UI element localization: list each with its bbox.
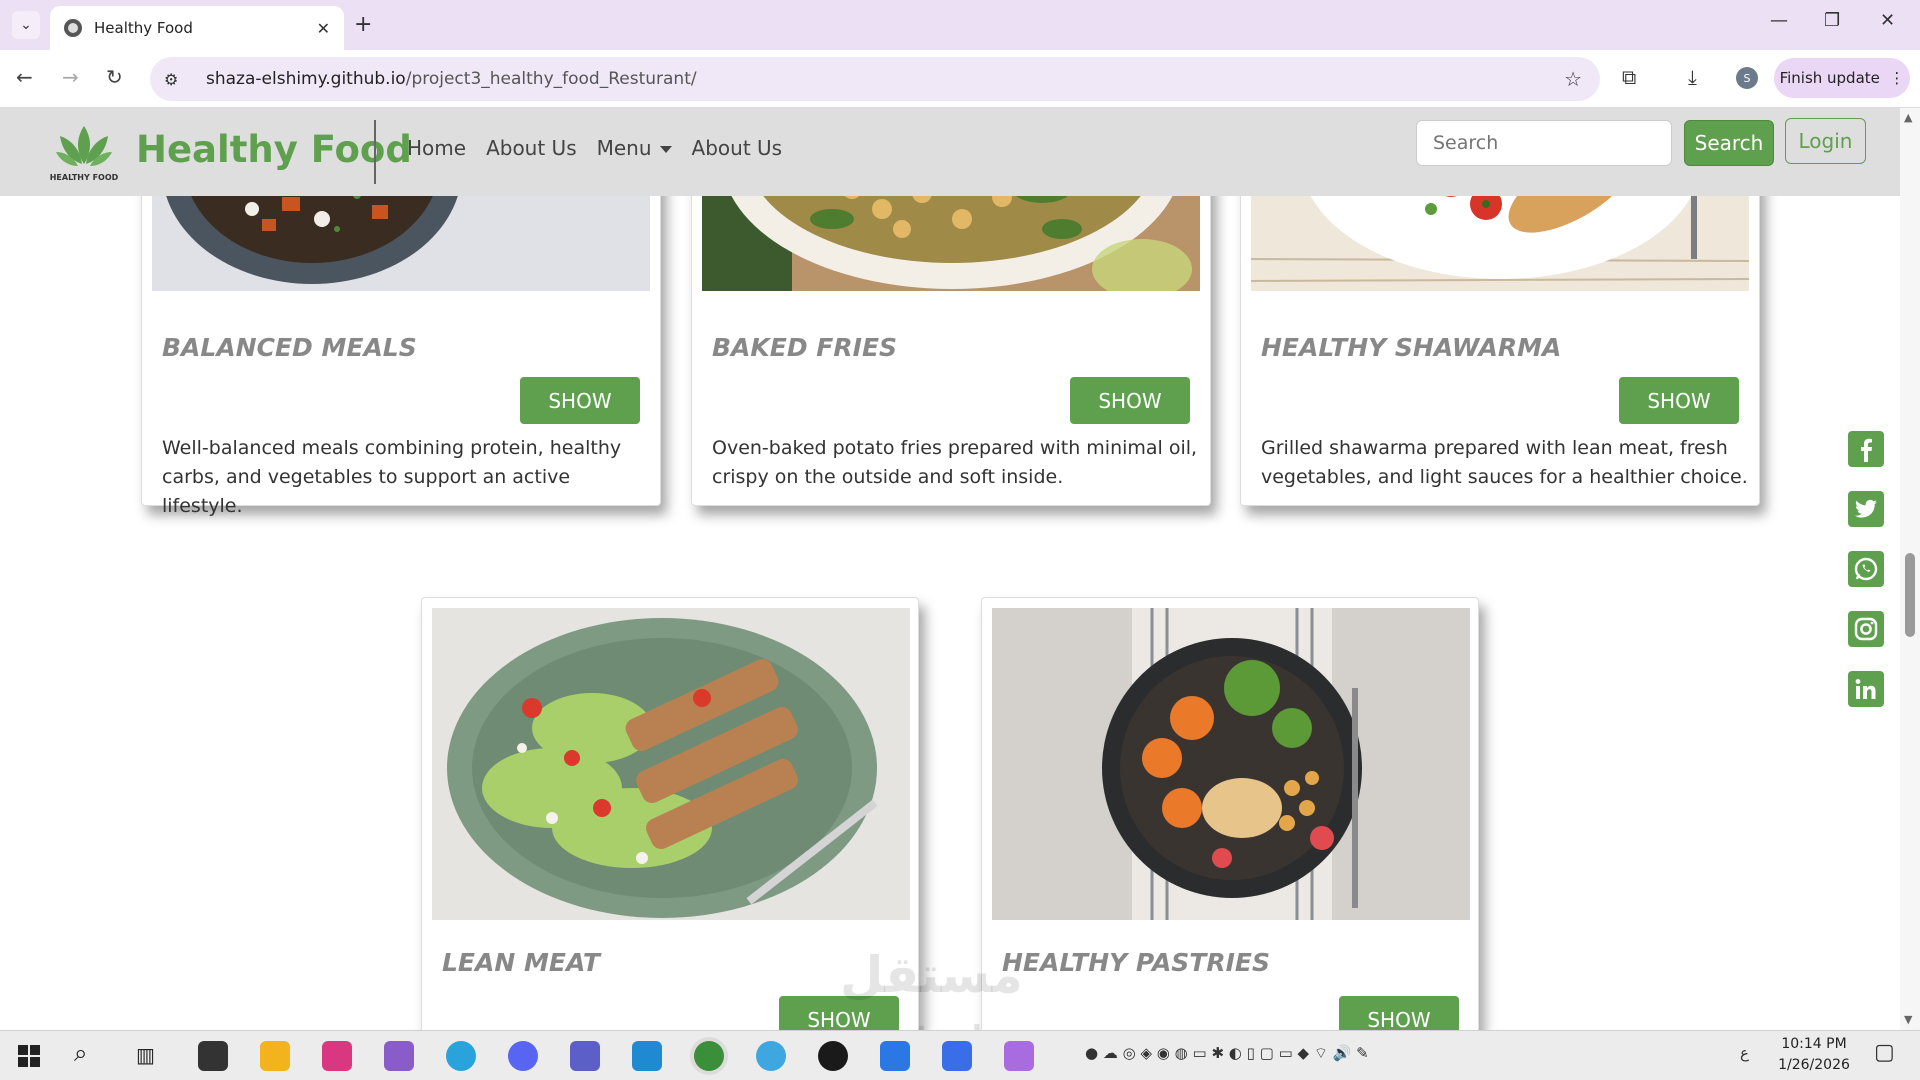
discord-icon[interactable] (508, 1041, 538, 1071)
clock-time: 10:14 PM (1781, 1036, 1847, 1052)
teams-icon[interactable] (570, 1041, 600, 1071)
site-settings-icon[interactable]: ⚙ (164, 70, 184, 89)
nav-menu-dropdown[interactable]: Menu (597, 136, 672, 160)
photos-icon[interactable] (1004, 1041, 1034, 1071)
menu-card-healthy-shawarma: HEALTHY SHAWARMA SHOW Grilled shawarma p… (1240, 148, 1760, 506)
brand-name[interactable]: Healthy Food (136, 128, 412, 171)
show-button[interactable]: SHOW (520, 377, 640, 424)
new-tab-icon[interactable]: + (354, 12, 372, 37)
url-host: shaza-elshimy.github.io (206, 69, 406, 89)
browser-tab-active[interactable]: Healthy Food ✕ (50, 6, 344, 50)
tab-search-chevron-icon[interactable]: ⌄ (12, 11, 40, 39)
close-window-icon[interactable]: ✕ (1880, 10, 1895, 31)
reload-icon[interactable]: ↻ (106, 65, 123, 89)
search-icon[interactable]: ⌕ (74, 1039, 87, 1067)
record-icon[interactable] (818, 1041, 848, 1071)
instagram-app-icon[interactable] (322, 1041, 352, 1071)
login-button[interactable]: Login (1785, 118, 1866, 164)
forward-icon[interactable]: → (62, 65, 79, 89)
watermark: مستقل (840, 946, 1023, 1004)
globe-icon (64, 19, 82, 37)
menu-card-healthy-pastries: HEALTHY PASTRIES SHOW (981, 597, 1479, 1030)
show-button[interactable]: SHOW (1619, 377, 1739, 424)
logo-text: HEALTHY FOOD (50, 173, 119, 182)
page-viewport: HEALTHY FOOD Healthy Food Home About Us … (0, 108, 1900, 1030)
lean-meat-image (432, 608, 910, 920)
restore-icon[interactable]: ❐ (1824, 10, 1840, 31)
brand-logo-icon[interactable]: HEALTHY FOOD (48, 120, 120, 188)
tab-title: Healthy Food (94, 19, 193, 37)
show-button[interactable]: SHOW (1070, 377, 1190, 424)
bookmark-star-icon[interactable]: ☆ (1564, 67, 1582, 91)
watermark-url: mostaql.com (846, 1020, 1063, 1030)
site-navbar: HEALTHY FOOD Healthy Food Home About Us … (0, 108, 1900, 196)
file-explorer-icon[interactable] (260, 1041, 290, 1071)
bootstrap-studio-icon[interactable] (880, 1041, 910, 1071)
card-description: Grilled shawarma prepared with lean meat… (1261, 437, 1748, 488)
system-clock[interactable]: 10:14 PM 1/26/2026 (1772, 1034, 1856, 1076)
tray-icons[interactable]: ● ☁ ◎ ◈ ◉ ◍ ▭ ✱ ◐ ▯ ▢ ▭ ◆ ⌔ 🔊 ✎ (1085, 1044, 1369, 1063)
app-icon[interactable] (942, 1041, 972, 1071)
nav-menu-label: Menu (596, 136, 652, 160)
card-title: LEAN MEAT (442, 948, 600, 977)
windows-start-icon[interactable] (18, 1045, 40, 1067)
input-language[interactable]: ع (1740, 1044, 1749, 1062)
card-title: HEALTHY PASTRIES (1002, 948, 1270, 977)
card-title: BALANCED MEALS (162, 333, 417, 362)
chrome-profile-icon[interactable] (756, 1041, 786, 1071)
browser-tab-strip: ⌄ Healthy Food ✕ + — ❐ ✕ (0, 0, 1920, 50)
nav-about-us[interactable]: About Us (486, 136, 577, 160)
brand-divider (374, 120, 376, 184)
twitter-icon[interactable] (1848, 491, 1884, 527)
menu-card-baked-fries: BAKED FRIES SHOW Oven-baked potato fries… (691, 148, 1211, 506)
visual-studio-icon[interactable] (384, 1041, 414, 1071)
nav-about-us-2[interactable]: About Us (692, 136, 783, 160)
clock-date: 1/26/2026 (1778, 1057, 1850, 1073)
browser-toolbar: ← → ↻ ⚙ shaza-elshimy.github.io/project3… (0, 50, 1920, 108)
notifications-icon[interactable]: ▢ (1874, 1040, 1895, 1065)
windows-taskbar: ⌕ ▥ (0, 1030, 1920, 1080)
url-path: /project3_healthy_food_Resturant/ (405, 69, 697, 89)
nav-home[interactable]: Home (407, 136, 466, 160)
facebook-icon[interactable] (1848, 431, 1884, 467)
caret-down-icon (659, 146, 672, 153)
card-title: HEALTHY SHAWARMA (1261, 333, 1562, 362)
finish-update-label: Finish update (1779, 69, 1880, 87)
download-icon[interactable]: ⤓ (1688, 65, 1697, 89)
site-nav-links: Home About Us Menu About Us (407, 136, 782, 160)
linkedin-icon[interactable] (1848, 671, 1884, 707)
whatsapp-icon[interactable] (1848, 551, 1884, 587)
back-icon[interactable]: ← (16, 65, 33, 89)
extensions-icon[interactable]: ⧉ (1622, 65, 1636, 89)
address-bar[interactable]: ⚙ shaza-elshimy.github.io/project3_healt… (150, 57, 1600, 101)
card-description: Oven-baked potato fries prepared with mi… (712, 437, 1198, 488)
telegram-icon[interactable] (446, 1041, 476, 1071)
show-button[interactable]: SHOW (1339, 996, 1459, 1030)
minimize-icon[interactable]: — (1770, 10, 1788, 31)
scroll-down-arrow-icon[interactable]: ▼ (1904, 1013, 1912, 1026)
site-search-input[interactable] (1416, 120, 1672, 166)
chrome-icon[interactable] (694, 1041, 724, 1071)
profile-avatar[interactable]: S (1736, 67, 1758, 89)
task-view-icon[interactable]: ▥ (136, 1043, 155, 1067)
scroll-up-arrow-icon[interactable]: ▲ (1904, 111, 1912, 124)
scrollbar-thumb[interactable] (1905, 553, 1915, 637)
instagram-icon[interactable] (1848, 611, 1884, 647)
menu-card-balanced-meals: BALANCED MEALS SHOW Well-balanced meals … (141, 148, 661, 517)
healthy-pastries-image (992, 608, 1470, 920)
card-title: BAKED FRIES (712, 333, 898, 362)
site-search-button[interactable]: Search (1684, 120, 1774, 166)
vscode-icon[interactable] (632, 1041, 662, 1071)
tab-close-icon[interactable]: ✕ (317, 19, 330, 38)
card-description: Well-balanced meals combining protein, h… (162, 437, 622, 517)
finish-update-button[interactable]: Finish update ⋮ (1774, 58, 1910, 98)
camera-app-icon[interactable] (198, 1041, 228, 1071)
